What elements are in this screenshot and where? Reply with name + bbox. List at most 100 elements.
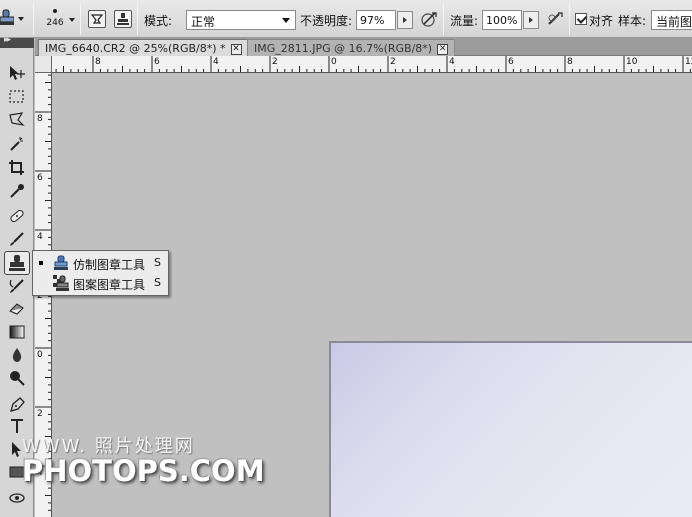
flyout-item-label: 仿制图章工具 — [73, 258, 146, 272]
gradient-icon — [9, 325, 25, 339]
move-tool[interactable] — [7, 63, 27, 83]
brush-size-label: 246 — [46, 18, 64, 28]
brush-panel-icon — [90, 14, 104, 24]
toggle-clone-source-button[interactable] — [114, 10, 132, 28]
ruler-label: 0 — [37, 350, 43, 360]
sample-label: 样本: — [618, 14, 647, 28]
flyout-item-shortcut: S — [154, 276, 161, 289]
ruler-label: 8 — [95, 57, 101, 67]
eraser-tool[interactable] — [7, 298, 27, 318]
tab-label: IMG_6640.CR2 @ 25%(RGB/8*) * — [45, 42, 226, 55]
pressure-opacity-button[interactable] — [420, 10, 438, 28]
selected-bullet-icon — [39, 261, 43, 265]
document-tab-inactive[interactable]: IMG_2811.JPG @ 16.7%(RGB/8*) ✕ — [247, 39, 456, 56]
opacity-slider-button[interactable] — [397, 11, 413, 29]
pattern-stamp-icon — [53, 275, 69, 291]
options-bar: 246 模式: 正常 不透明度: 97% 流量: 100% 对齐 样本: 当前图 — [0, 0, 692, 38]
mode-select[interactable]: 正常 — [186, 10, 296, 30]
flyout-item-clone-stamp[interactable]: 仿制图章工具 S — [33, 253, 168, 273]
tab-label: IMG_2811.JPG @ 16.7%(RGB/8*) — [254, 42, 433, 55]
history-brush-icon — [9, 279, 24, 293]
quick-selection-tool[interactable] — [7, 134, 27, 154]
sample-select-value: 当前图 — [656, 15, 692, 29]
history-brush-tool[interactable] — [7, 276, 27, 296]
brush-icon — [10, 232, 24, 246]
ruler-label: 4 — [37, 232, 43, 242]
separator — [137, 3, 138, 35]
ruler-label: 2 — [390, 57, 396, 67]
marquee-tool[interactable] — [7, 87, 27, 107]
flow-label: 流量: — [450, 14, 479, 28]
brush-preset-picker[interactable]: 246 — [40, 3, 75, 35]
flyout-item-shortcut: S — [154, 256, 161, 269]
sample-select[interactable]: 当前图 — [651, 10, 692, 30]
document-image[interactable] — [329, 341, 692, 517]
pen-tool[interactable] — [7, 395, 27, 415]
healing-brush-tool[interactable] — [7, 206, 27, 226]
gradient-tool[interactable] — [7, 322, 27, 342]
eyedropper-tool[interactable] — [7, 181, 27, 201]
ruler-label: 6 — [37, 173, 43, 183]
close-icon[interactable]: ✕ — [230, 43, 242, 55]
document-tab-active[interactable]: IMG_6640.CR2 @ 25%(RGB/8*) * ✕ — [38, 39, 249, 56]
separator — [569, 3, 570, 35]
airbrush-button[interactable] — [546, 10, 564, 28]
collapse-icon[interactable]: ▸▸ — [4, 35, 11, 45]
clone-stamp-tool[interactable] — [4, 251, 30, 275]
crop-tool[interactable] — [7, 158, 27, 178]
clone-stamp-icon — [9, 255, 25, 271]
ruler-label: 10 — [626, 57, 638, 67]
tablet-pressure-icon — [421, 12, 437, 27]
toggle-brush-panel-button[interactable] — [88, 10, 106, 28]
3d-rotate-icon — [9, 493, 25, 503]
ruler-label: 2 — [37, 409, 43, 419]
ruler-label: 6 — [154, 57, 160, 67]
separator — [80, 3, 81, 35]
clone-source-icon — [117, 13, 129, 25]
ruler-label: 8 — [567, 57, 573, 67]
blur-tool[interactable] — [7, 345, 27, 365]
ruler-label: 6 — [508, 57, 514, 67]
chevron-down-icon — [282, 18, 290, 23]
flow-input[interactable]: 100% — [482, 10, 522, 30]
aligned-checkbox[interactable] — [575, 13, 587, 25]
polygonal-lasso-icon — [9, 112, 25, 126]
ruler-label: 0 — [331, 57, 337, 67]
opacity-label: 不透明度: — [300, 14, 353, 28]
move-icon — [10, 66, 25, 80]
stamp-tool-flyout: 仿制图章工具 S 图案图章工具 S — [32, 250, 169, 296]
document-tabs: IMG_6640.CR2 @ 25%(RGB/8*) * ✕ IMG_2811.J… — [35, 38, 692, 56]
flow-slider-button[interactable] — [523, 11, 539, 29]
crop-icon — [9, 160, 24, 175]
tool-preset-arrow[interactable] — [18, 17, 24, 21]
rectangular-marquee-icon — [9, 90, 24, 103]
horizontal-ruler[interactable]: 8 6 4 2 0 2 4 6 8 10 12 — [52, 56, 692, 73]
pen-icon — [10, 397, 25, 412]
close-icon[interactable]: ✕ — [437, 43, 449, 55]
clone-stamp-icon[interactable] — [0, 8, 15, 28]
mode-select-value: 正常 — [191, 15, 216, 29]
brush-tool[interactable] — [7, 229, 27, 249]
3d-rotate-tool[interactable] — [7, 488, 27, 508]
ruler-label: 2 — [272, 57, 278, 67]
flyout-item-pattern-stamp[interactable]: 图案图章工具 S — [33, 273, 168, 293]
separator — [33, 3, 34, 35]
dodge-tool[interactable] — [7, 368, 27, 388]
opacity-input[interactable]: 97% — [356, 10, 396, 30]
tools-panel-header[interactable]: ▸▸ — [0, 35, 34, 48]
watermark-logo-text: PHOTOPS.COM — [22, 454, 265, 488]
ruler-origin[interactable] — [35, 56, 52, 73]
bandage-icon — [10, 209, 24, 223]
ruler-label: 4 — [213, 57, 219, 67]
aligned-label: 对齐 — [589, 14, 614, 28]
magic-wand-icon — [10, 137, 23, 151]
eraser-icon — [9, 303, 24, 315]
separator — [443, 3, 444, 35]
lasso-tool[interactable] — [7, 110, 27, 130]
ruler-label: 4 — [449, 57, 455, 67]
flyout-item-label: 图案图章工具 — [73, 278, 146, 292]
clone-stamp-icon — [54, 255, 68, 270]
brush-tip-icon — [53, 9, 57, 13]
ruler-label: 12 — [685, 57, 692, 67]
ruler-ticks — [55, 56, 691, 72]
